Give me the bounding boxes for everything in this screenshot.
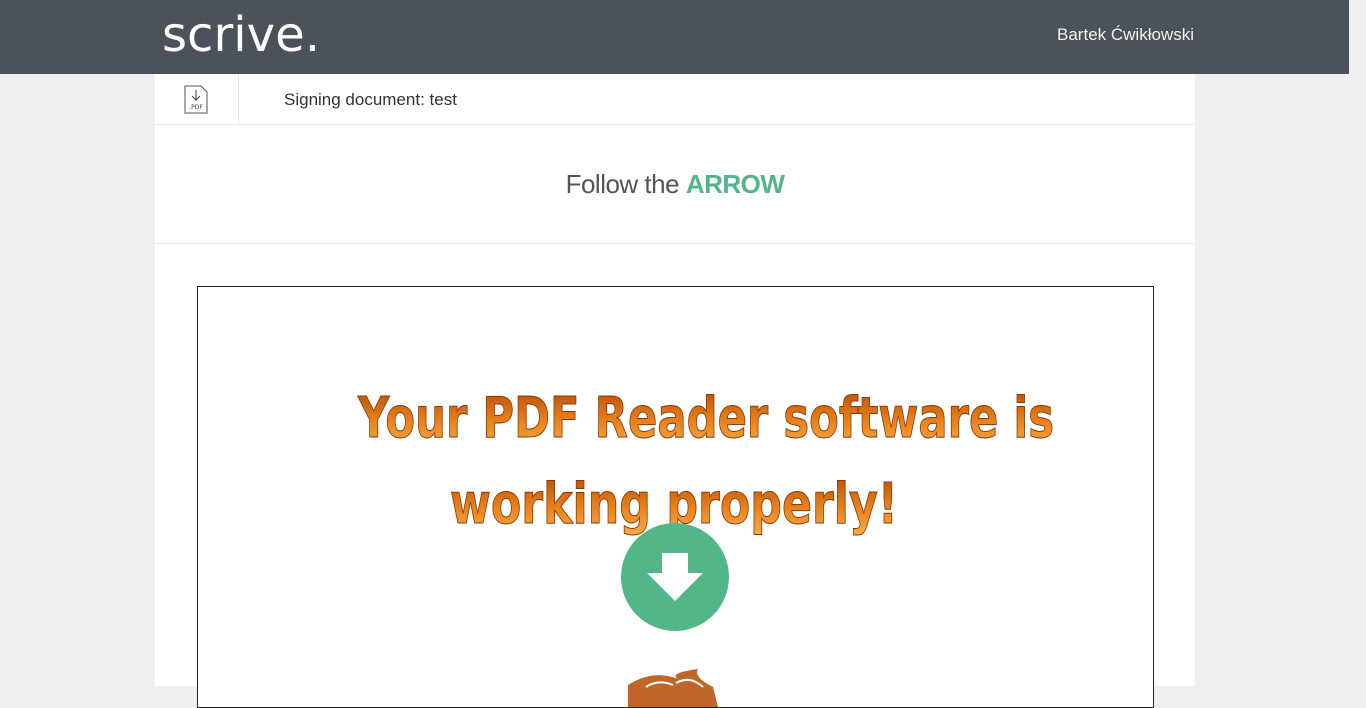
instruction-emphasis: ARROW — [685, 169, 785, 199]
top-bar: scrive. Bartek Ćwikłowski — [0, 0, 1349, 74]
arrow-down-icon — [647, 553, 703, 601]
download-pdf-button[interactable]: .PDF — [155, 74, 239, 124]
svg-text:scrive.: scrive. — [162, 14, 320, 54]
document-title: Signing document: test — [284, 90, 457, 109]
instruction-prefix: Follow the — [565, 169, 680, 199]
scrive-logo[interactable]: scrive. — [162, 14, 322, 54]
pdf-page: Your PDF Reader software is working prop… — [197, 286, 1154, 708]
follow-arrow-button[interactable] — [621, 523, 729, 631]
pdf-decorative-logo — [628, 669, 718, 707]
svg-text:.PDF: .PDF — [189, 104, 203, 111]
pdf-download-icon: .PDF — [184, 85, 208, 114]
pdf-page-content: Your PDF Reader software is working prop… — [357, 386, 1055, 707]
document-header: .PDF Signing document: test — [155, 74, 1195, 125]
scrollbar-track[interactable] — [1349, 0, 1366, 686]
user-name[interactable]: Bartek Ćwikłowski — [1057, 25, 1194, 45]
pdf-text-line-1: Your PDF Reader software is — [357, 386, 1054, 451]
instruction-banner: Follow the ARROW — [155, 125, 1195, 244]
instruction-text: Follow the ARROW — [155, 169, 1195, 200]
signing-panel: .PDF Signing document: test Follow the A… — [155, 74, 1195, 708]
